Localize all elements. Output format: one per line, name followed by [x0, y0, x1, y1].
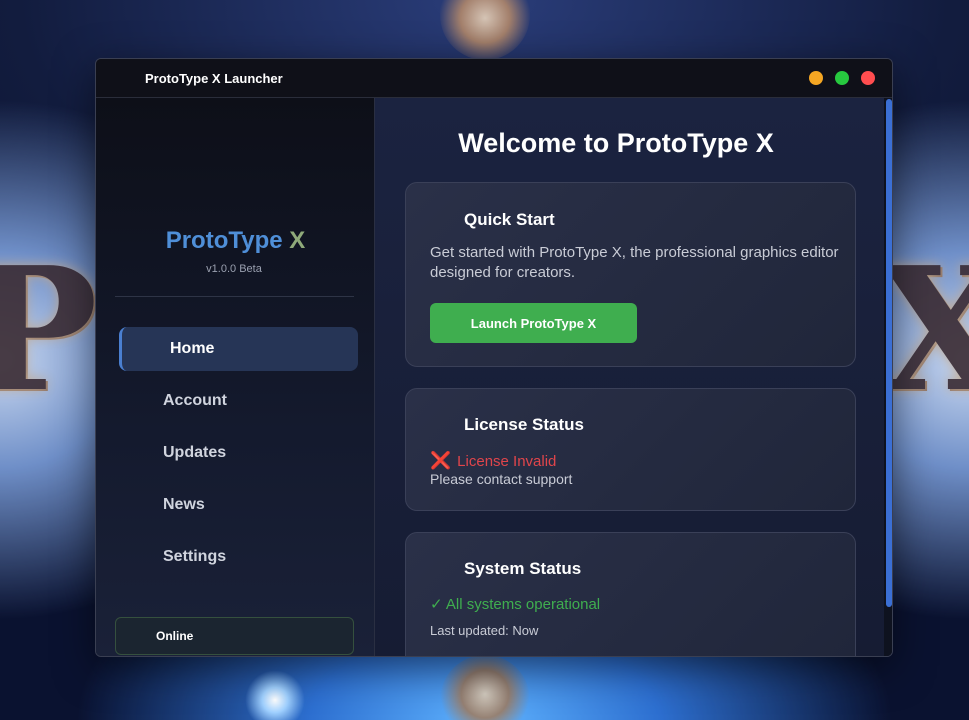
- quick-start-card: Quick Start Get started with ProtoType X…: [405, 182, 856, 367]
- background-glow-orb: [245, 670, 305, 720]
- background-letter-left: P: [0, 230, 98, 430]
- error-x-icon: ❌: [430, 451, 452, 470]
- license-status-value: License Invalid: [457, 453, 557, 470]
- license-status-card: License Status ❌ License Invalid Please c…: [405, 388, 856, 511]
- page-title: Welcome to ProtoType X: [458, 128, 774, 158]
- close-button[interactable]: [861, 71, 875, 85]
- minimize-button[interactable]: [809, 71, 823, 85]
- brand-name: ProtoType: [165, 227, 283, 254]
- sidebar-item-updates[interactable]: Updates: [119, 431, 359, 475]
- brand-logo: ProtoType X: [96, 227, 375, 255]
- scrollbar-thumb[interactable]: [886, 99, 892, 607]
- window-title: ProtoType X Launcher: [145, 71, 283, 86]
- scrollbar-track[interactable]: [884, 98, 892, 656]
- quick-start-description: Get started with ProtoType X, the profes…: [430, 244, 839, 281]
- main-content: Welcome to ProtoType X Quick Start Get s…: [375, 98, 892, 656]
- launcher-window: ProtoType X Launcher ProtoType X v1.0.0 …: [95, 58, 893, 657]
- brand-x: X: [289, 227, 306, 254]
- sidebar-item-home[interactable]: Home: [119, 327, 358, 371]
- version-label: v1.0.0 Beta: [206, 263, 262, 275]
- background-ornament-top: [440, 0, 530, 60]
- sidebar-divider: [115, 296, 354, 297]
- quick-start-title: Quick Start: [464, 210, 555, 229]
- license-invalid-text: ❌ License Invalid: [430, 451, 556, 471]
- license-support-note: Please contact support: [430, 471, 573, 487]
- license-status-title: License Status: [464, 415, 584, 434]
- title-bar[interactable]: ProtoType X Launcher: [96, 59, 892, 98]
- connection-status-badge: Online: [115, 617, 354, 655]
- system-status-card: System Status ✓ All systems operational …: [405, 532, 856, 656]
- launch-button[interactable]: Launch ProtoType X: [430, 303, 637, 343]
- background-ornament-bottom: [440, 655, 530, 720]
- system-status-value: ✓ All systems operational: [430, 596, 601, 613]
- last-updated-text: Last updated: Now: [430, 623, 539, 638]
- sidebar-item-settings[interactable]: Settings: [119, 535, 359, 579]
- sidebar-item-news[interactable]: News: [119, 483, 359, 527]
- sidebar-item-account[interactable]: Account: [119, 379, 359, 423]
- maximize-button[interactable]: [835, 71, 849, 85]
- system-status-title: System Status: [464, 559, 582, 578]
- sidebar: ProtoType X v1.0.0 Beta Home Account Upd…: [96, 98, 375, 656]
